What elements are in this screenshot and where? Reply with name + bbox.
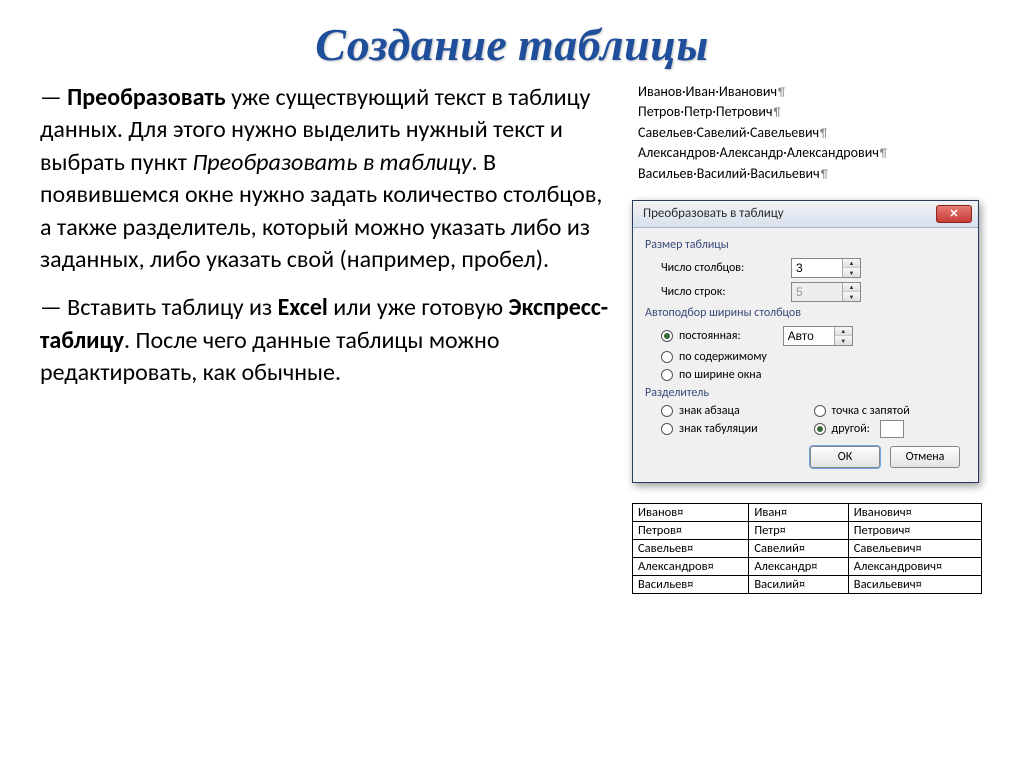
rows-input xyxy=(792,283,842,301)
table-cell: Иванович¤ xyxy=(848,503,981,521)
radio-tab[interactable] xyxy=(661,423,673,435)
spin-down-icon[interactable]: ▼ xyxy=(835,336,852,345)
table-cell: Александрович¤ xyxy=(848,557,981,575)
radio-window-label: по ширине окна xyxy=(679,368,761,382)
radio-fixed[interactable] xyxy=(661,330,673,342)
rows-spinbox: ▲ ▼ xyxy=(791,282,861,302)
table-cell: Васильевич¤ xyxy=(848,575,981,593)
source-text-list: Иванов·Иван·Иванович Петров·Петр·Петрови… xyxy=(632,82,984,184)
table-cell: Александр¤ xyxy=(749,557,848,575)
table-cell: Савельевич¤ xyxy=(848,539,981,557)
rows-label: Число строк: xyxy=(661,285,791,299)
close-button[interactable]: ✕ xyxy=(936,205,972,223)
radio-other-label: другой: xyxy=(832,422,870,436)
list-item: Александров·Александр·Александрович xyxy=(638,143,984,163)
radio-paragraph-label: знак абзаца xyxy=(679,404,740,418)
list-item: Петров·Петр·Петрович xyxy=(638,102,984,122)
group-autofit: Автоподбор ширины столбцов xyxy=(645,306,966,320)
table-cell: Иван¤ xyxy=(749,503,848,521)
spin-up-icon: ▲ xyxy=(843,283,860,293)
p1-i1: Преобразовать в таблицу xyxy=(192,148,471,177)
radio-content-label: по содержимому xyxy=(679,350,767,364)
table-cell: Александров¤ xyxy=(633,557,749,575)
table-cell: Савельев¤ xyxy=(633,539,749,557)
columns-input[interactable] xyxy=(792,259,842,277)
table-row: Петров¤ Петр¤ Петрович¤ xyxy=(633,521,982,539)
spin-up-icon[interactable]: ▲ xyxy=(835,327,852,337)
p2-m1: или уже готовую xyxy=(328,293,509,322)
radio-other[interactable] xyxy=(814,423,826,435)
list-item: Васильев·Василий·Васильевич xyxy=(638,164,984,184)
fixed-width-input[interactable] xyxy=(784,327,834,345)
close-icon: ✕ xyxy=(949,207,958,220)
body-text: — Преобразовать уже существующий текст в… xyxy=(40,82,612,594)
radio-content[interactable] xyxy=(661,351,673,363)
convert-to-table-dialog: Преобразовать в таблицу ✕ Размер таблицы… xyxy=(632,200,979,483)
table-cell: Петрович¤ xyxy=(848,521,981,539)
group-table-size: Размер таблицы xyxy=(645,238,966,252)
radio-window[interactable] xyxy=(661,369,673,381)
table-row: Иванов¤ Иван¤ Иванович¤ xyxy=(633,503,982,521)
table-cell: Васильев¤ xyxy=(633,575,749,593)
table-cell: Савелий¤ xyxy=(749,539,848,557)
spin-up-icon[interactable]: ▲ xyxy=(843,259,860,269)
dialog-titlebar[interactable]: Преобразовать в таблицу ✕ xyxy=(633,201,978,228)
radio-semicolon[interactable] xyxy=(814,405,826,417)
fixed-width-spinbox[interactable]: ▲ ▼ xyxy=(783,326,853,346)
p1-pre: — xyxy=(40,83,67,112)
result-table: Иванов¤ Иван¤ Иванович¤ Петров¤ Петр¤ Пе… xyxy=(632,503,982,594)
dialog-title: Преобразовать в таблицу xyxy=(643,206,784,221)
list-item: Иванов·Иван·Иванович xyxy=(638,82,984,102)
radio-semicolon-label: точка с запятой xyxy=(832,404,910,418)
columns-spinbox[interactable]: ▲ ▼ xyxy=(791,258,861,278)
p2-pre: — Вставить таблицу из xyxy=(40,293,278,322)
table-row: Васильев¤ Василий¤ Васильевич¤ xyxy=(633,575,982,593)
table-row: Савельев¤ Савелий¤ Савельевич¤ xyxy=(633,539,982,557)
cancel-button[interactable]: Отмена xyxy=(890,446,960,468)
table-cell: Петр¤ xyxy=(749,521,848,539)
table-cell: Василий¤ xyxy=(749,575,848,593)
spin-down-icon: ▼ xyxy=(843,292,860,301)
list-item: Савельев·Савелий·Савельевич xyxy=(638,123,984,143)
p1-b1: Преобразовать xyxy=(67,83,225,112)
table-cell: Иванов¤ xyxy=(633,503,749,521)
other-separator-input[interactable] xyxy=(880,420,904,438)
radio-fixed-label: постоянная: xyxy=(679,329,741,343)
spin-down-icon[interactable]: ▼ xyxy=(843,268,860,277)
table-row: Александров¤ Александр¤ Александрович¤ xyxy=(633,557,982,575)
page-title: Создание таблицы xyxy=(0,0,1024,82)
table-cell: Петров¤ xyxy=(633,521,749,539)
cols-label: Число столбцов: xyxy=(661,261,791,275)
ok-button[interactable]: ОК xyxy=(810,446,880,468)
radio-tab-label: знак табуляции xyxy=(679,422,758,436)
radio-paragraph[interactable] xyxy=(661,405,673,417)
p2-b1: Excel xyxy=(278,293,328,322)
group-separator: Разделитель xyxy=(645,386,966,400)
